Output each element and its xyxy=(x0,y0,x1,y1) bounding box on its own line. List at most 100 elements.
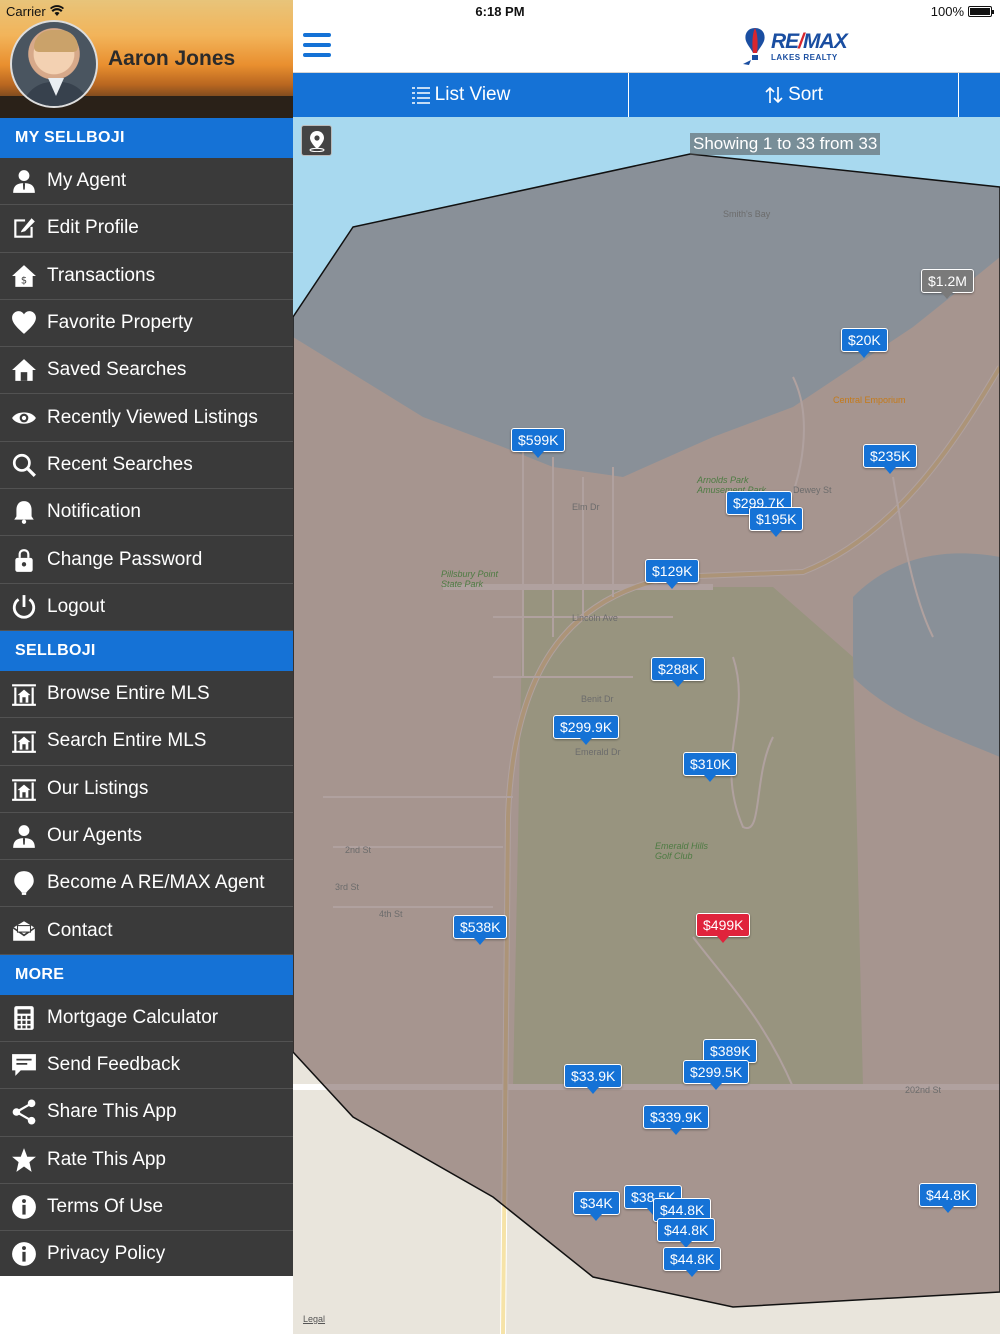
map-label: Dewey St xyxy=(793,485,832,495)
info-icon xyxy=(0,1241,47,1267)
price-marker[interactable]: $299.9K xyxy=(553,715,620,745)
status-time: 6:18 PM xyxy=(475,4,525,19)
price-marker[interactable]: $44.8K xyxy=(919,1183,978,1213)
price-marker[interactable]: $20K xyxy=(841,328,888,358)
sidebar-menu: MY SELLBOJI My Agent Edit Profile $ Transact… xyxy=(0,118,293,1279)
info-icon xyxy=(0,1194,47,1220)
edit-icon xyxy=(0,215,47,241)
sidebar-item-label: Our Agents xyxy=(47,825,143,846)
map-pin-button[interactable] xyxy=(301,125,332,156)
map-label: 3rd St xyxy=(335,882,360,892)
power-icon xyxy=(0,594,47,620)
price-marker[interactable]: $129K xyxy=(645,559,700,589)
sidebar-item-contact[interactable]: Contact xyxy=(0,907,293,955)
section-header: SELLBOJI xyxy=(0,630,293,671)
price-marker[interactable]: $44.8K xyxy=(663,1247,722,1277)
sidebar-item-label: Saved Searches xyxy=(47,359,187,381)
sidebar-item-our-listings[interactable]: Our Listings xyxy=(0,765,293,813)
price-marker[interactable]: $538K xyxy=(453,915,508,945)
price-marker[interactable]: $299.5K xyxy=(683,1060,750,1090)
building-icon xyxy=(0,776,47,802)
legal-link[interactable]: Legal xyxy=(303,1314,325,1324)
sidebar-item-send-feedback[interactable]: Send Feedback xyxy=(0,1042,293,1090)
map-label: Central Emporium xyxy=(833,395,906,405)
sidebar-item-label: Our Listings xyxy=(47,777,149,799)
sidebar-item-mortgage-calculator[interactable]: Mortgage Calculator xyxy=(0,994,293,1043)
sidebar-item-saved-searches[interactable]: Saved Searches xyxy=(0,347,293,395)
sidebar-item-our-agents[interactable]: Our Agents xyxy=(0,812,293,861)
sidebar-item-label: Recently Viewed Listings xyxy=(47,406,258,428)
sidebar-item-change-password[interactable]: Change Password xyxy=(0,536,293,584)
section-header: MY SELLBOJI xyxy=(0,118,293,158)
sidebar-item-label: My Agent xyxy=(47,170,127,192)
sidebar-item-label: Send Feedback xyxy=(47,1054,181,1076)
map-pin-icon xyxy=(309,130,324,152)
profile-name: Aaron Jones xyxy=(108,47,236,70)
list-view-label: List View xyxy=(434,84,511,105)
sort-label: Sort xyxy=(788,84,823,105)
sidebar-item-edit-profile[interactable]: Edit Profile xyxy=(0,205,293,253)
sidebar-item-favorite-property[interactable]: Favorite Property xyxy=(0,299,293,348)
toolbar: List View Sort xyxy=(293,73,1000,117)
price-marker[interactable]: $44.8K xyxy=(657,1218,716,1248)
map-label: 2nd St xyxy=(345,845,372,855)
calculator-icon xyxy=(0,1005,47,1031)
envelope-icon xyxy=(0,918,47,944)
sidebar-item-search-entire-mls[interactable]: Search Entire MLS xyxy=(0,718,293,766)
price-marker[interactable]: $339.9K xyxy=(643,1105,710,1135)
sidebar-item-terms-of-use[interactable]: Terms Of Use xyxy=(0,1183,293,1232)
price-marker-sold[interactable]: $499K xyxy=(696,913,751,943)
balloon-logo-icon xyxy=(743,28,765,65)
map-view[interactable]: Showing 1 to 33 from 33 Smith's Bay Cent… xyxy=(293,117,1000,1334)
sort-icon xyxy=(765,86,783,104)
price-marker[interactable]: $34K xyxy=(573,1191,620,1221)
result-count: Showing 1 to 33 from 33 xyxy=(690,133,881,155)
hamburger-menu-icon[interactable] xyxy=(303,33,331,57)
balloon-icon xyxy=(0,870,47,896)
sidebar-item-label: Browse Entire MLS xyxy=(47,683,210,705)
sidebar-item-label: Share This App xyxy=(47,1101,177,1123)
sidebar-item-rate-this-app[interactable]: Rate This App xyxy=(0,1136,293,1184)
eye-icon xyxy=(0,405,47,431)
sidebar-item-transactions[interactable]: $ Transactions xyxy=(0,252,293,300)
sidebar-item-my-agent[interactable]: My Agent xyxy=(0,158,293,206)
sidebar-item-become-a-re-max-agent[interactable]: Become A RE/MAX Agent xyxy=(0,860,293,908)
star-icon xyxy=(0,1147,47,1173)
price-marker[interactable]: $33.9K xyxy=(564,1064,623,1094)
sidebar-item-browse-entire-mls[interactable]: Browse Entire MLS xyxy=(0,670,293,719)
sidebar-item-share-this-app[interactable]: Share This App xyxy=(0,1089,293,1137)
list-view-button[interactable]: List View xyxy=(293,73,629,117)
price-marker[interactable]: $1.2M xyxy=(921,269,974,299)
agent-icon xyxy=(0,823,47,849)
map-label: 202nd St xyxy=(905,1085,942,1095)
price-marker[interactable]: $288K xyxy=(651,657,706,687)
map-label: Smith's Bay xyxy=(723,209,771,219)
heart-icon xyxy=(0,310,47,336)
battery-icon xyxy=(968,6,994,17)
sidebar-item-label: Favorite Property xyxy=(47,312,193,334)
search-icon xyxy=(0,452,47,478)
sidebar-item-privacy-policy[interactable]: Privacy Policy xyxy=(0,1231,293,1279)
price-marker[interactable]: $235K xyxy=(863,444,918,474)
price-marker[interactable]: $310K xyxy=(683,752,738,782)
sidebar-item-logout[interactable]: Logout xyxy=(0,583,293,631)
bell-icon xyxy=(0,499,47,525)
sidebar-item-label: Transactions xyxy=(47,264,156,286)
house-dollar-icon: $ xyxy=(0,263,47,289)
building-icon xyxy=(0,728,47,754)
lock-icon xyxy=(0,547,47,573)
price-marker[interactable]: $599K xyxy=(511,428,566,458)
sidebar-item-label: Privacy Policy xyxy=(47,1243,166,1265)
sidebar-item-label: Contact xyxy=(47,919,113,941)
sidebar-item-label: Recent Searches xyxy=(47,453,193,475)
sidebar-item-recent-searches[interactable]: Recent Searches xyxy=(0,441,293,490)
sort-button[interactable]: Sort xyxy=(629,73,959,117)
status-right: 100% xyxy=(931,4,994,19)
sidebar-item-notification[interactable]: Notification xyxy=(0,489,293,537)
logo-wordmark: RE/MAX xyxy=(771,30,848,53)
status-bar: Carrier 6:18 PM 100% xyxy=(0,0,1000,22)
remax-logo: RE/MAX LAKES REALTY xyxy=(741,26,848,68)
price-marker[interactable]: $195K xyxy=(749,507,804,537)
sidebar-item-recently-viewed-listings[interactable]: Recently Viewed Listings xyxy=(0,394,293,442)
list-icon xyxy=(411,87,430,104)
